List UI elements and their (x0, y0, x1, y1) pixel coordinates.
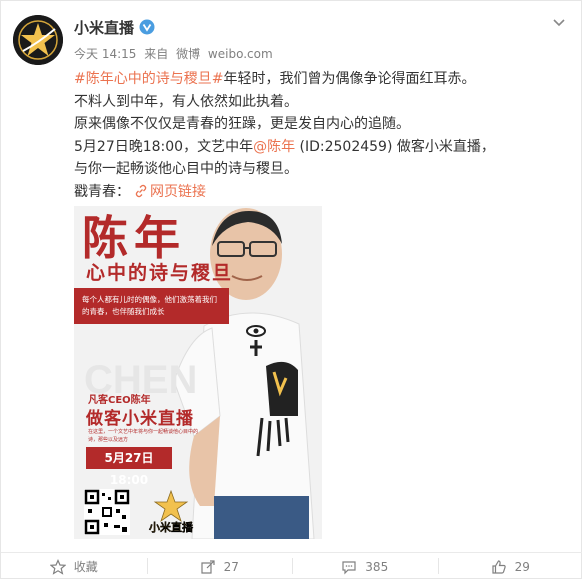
repost-button[interactable]: 27 (146, 553, 293, 579)
link-icon (135, 184, 147, 197)
post-image-poster[interactable]: CHEN 陈年 心中的诗与稷旦 每个人都有儿时的偶像，他们激荡着我们的青春，也伴… (74, 206, 322, 539)
comment-button[interactable]: 385 (292, 553, 438, 579)
star-logo-icon (13, 15, 63, 65)
mention-link[interactable]: @陈年 (253, 139, 295, 155)
topic-link[interactable]: #陈年心中的诗与稷旦# (74, 71, 223, 87)
user-name[interactable]: 小米直播 (74, 17, 134, 38)
source-site[interactable]: weibo.com (208, 47, 273, 61)
favorite-label: 收藏 (73, 560, 98, 574)
chevron-down-icon[interactable] (551, 15, 567, 31)
logo-text: 小米直播 (149, 521, 193, 534)
post-text-line5: 与你一起畅谈他心目中的诗与稷旦。 (74, 161, 298, 177)
post-text-line3: 原来偶像不仅仅是青春的狂躁，更是发自内心的追随。 (74, 116, 410, 132)
weibo-post-card: 小米直播 今天 14:15 来自 微博 weibo.com #陈年心中的诗与稷旦… (0, 0, 582, 579)
post-text-line4-pre: 5月27日晚18:00，文艺中年 (74, 138, 254, 155)
star-logo-icon (153, 489, 189, 523)
star-icon (49, 558, 66, 575)
post-text-line2: 不料人到中年，有人依然如此执着。 (74, 93, 298, 110)
web-link[interactable]: 网页链接 (150, 184, 206, 200)
repost-count: 27 (223, 559, 239, 574)
poster-headline: 做客小米直播 (86, 409, 194, 429)
repost-icon (201, 559, 215, 574)
favorite-button[interactable]: 收藏 (1, 553, 147, 579)
poster-date: 5月27日 18:00 (86, 447, 172, 487)
source-name[interactable]: 微博 (176, 47, 200, 61)
qr-code-icon (84, 489, 130, 535)
poster-banner: 每个人都有儿时的偶像，他们激荡着我们的青春，也伴随我们成长 (74, 288, 229, 324)
like-count: 29 (514, 559, 530, 574)
post-text-line4-post: (ID:2502459) 做客小米直播， (295, 138, 495, 155)
from-prefix: 来自 (144, 47, 169, 61)
post-text-line1: 年轻时，我们曾为偶像争论得面红耳赤。 (223, 71, 476, 87)
thumbs-up-icon (492, 559, 506, 574)
like-button[interactable]: 29 (437, 553, 582, 579)
link-label: 戳青春： (74, 183, 130, 200)
comment-count: 385 (365, 559, 389, 574)
action-bar: 收藏 27 385 29 (1, 553, 582, 579)
poster-subtitle: 心中的诗与稷旦 (86, 262, 234, 284)
post-meta: 今天 14:15 来自 微博 weibo.com (74, 45, 277, 62)
post-text: #陈年心中的诗与稷旦#年轻时，我们曾为偶像争论得面红耳赤。 不料人到中年，有人依… (74, 68, 574, 203)
xiaomi-live-logo: 小米直播 (144, 489, 198, 535)
avatar[interactable] (13, 15, 63, 65)
poster-small-text: 在这里，一个文艺中年将与你一起畅谈他心目中的诗，那些以及远方 (88, 429, 199, 443)
verified-v-icon (139, 19, 155, 35)
post-time[interactable]: 今天 14:15 (74, 47, 136, 61)
comment-icon (342, 560, 356, 574)
